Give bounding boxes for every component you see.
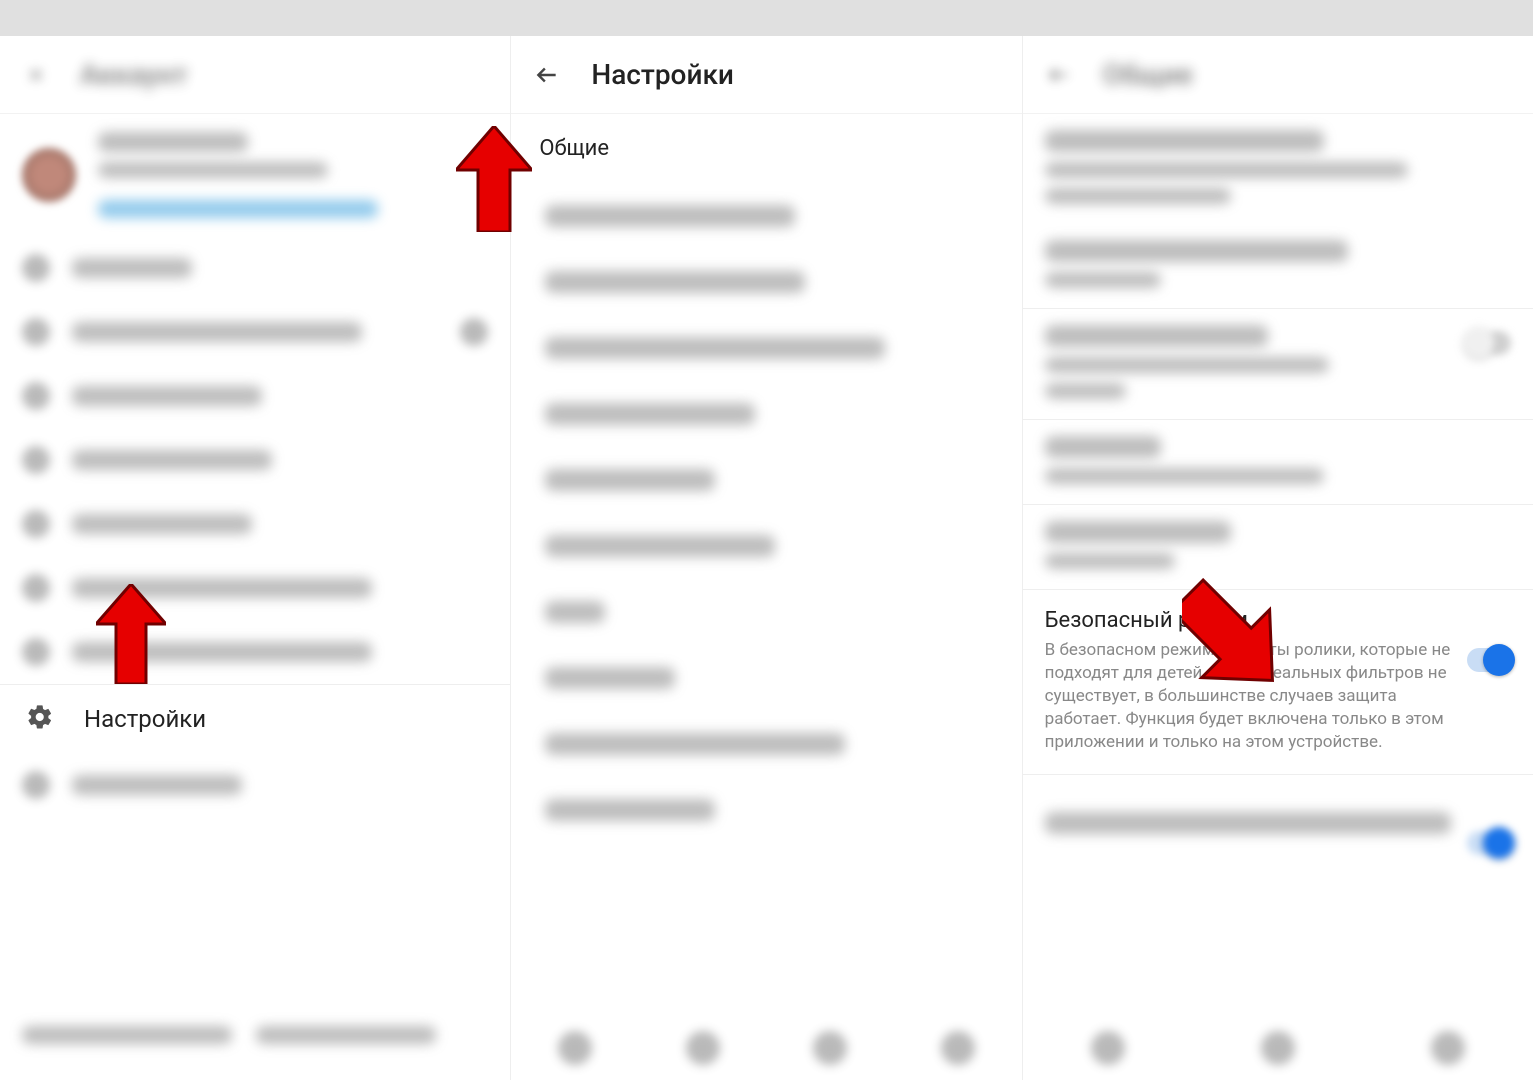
setting-zoom-to-fill[interactable] (1023, 309, 1533, 419)
menu-item-switch-account[interactable] (0, 492, 510, 556)
general-panel: Общие (1023, 36, 1533, 1080)
settings-header: Настройки (511, 36, 1021, 114)
menu-item-studio[interactable] (0, 300, 510, 364)
setting-double-tap-seek[interactable] (1023, 224, 1533, 308)
account-title: Аккаунт (80, 58, 188, 91)
close-icon[interactable] (16, 55, 56, 95)
account-info-row (0, 114, 510, 236)
settings-item-accessibility[interactable] (511, 711, 1021, 777)
bottom-nav[interactable] (511, 1016, 1021, 1080)
menu-item-help[interactable] (0, 753, 510, 817)
setting-mute-playback[interactable] (1023, 114, 1533, 224)
toggle-stats[interactable] (1467, 831, 1511, 855)
setting-stats-for-nerds[interactable] (1023, 775, 1533, 875)
settings-label: Настройки (84, 705, 206, 733)
settings-item-chat[interactable] (511, 579, 1021, 645)
menu-item-watch-time[interactable] (0, 364, 510, 428)
setting-location[interactable] (1023, 505, 1533, 589)
settings-item-subtitles[interactable] (511, 645, 1021, 711)
settings-item-linked-accounts[interactable] (511, 513, 1021, 579)
settings-item-autoplay[interactable] (511, 183, 1021, 249)
back-icon[interactable] (527, 55, 567, 95)
settings-item-notifications[interactable] (511, 447, 1021, 513)
settings-item-about[interactable] (511, 777, 1021, 843)
annotation-arrow-2 (456, 126, 532, 232)
account-footer-links (0, 1026, 510, 1044)
status-bar (0, 0, 1533, 36)
annotation-arrow-1 (96, 584, 166, 684)
menu-item-paid-subs[interactable] (0, 428, 510, 492)
menu-item-personal-data[interactable] (0, 620, 510, 684)
settings-panel: Настройки Общие (511, 36, 1022, 1080)
toggle-zoom-to-fill[interactable] (1467, 331, 1511, 355)
annotation-arrow-3 (1182, 578, 1278, 698)
bottom-nav[interactable] (1023, 1016, 1533, 1080)
settings-menu-item[interactable]: Настройки (0, 685, 510, 753)
settings-item-watch-tv[interactable] (511, 249, 1021, 315)
menu-item-my-channel[interactable] (0, 236, 510, 300)
back-icon[interactable] (1039, 55, 1079, 95)
gear-icon (26, 703, 54, 735)
settings-item-history-privacy[interactable] (511, 315, 1021, 381)
account-header: Аккаунт (0, 36, 510, 114)
account-panel: Аккаунт (0, 36, 511, 1080)
setting-uploads[interactable] (1023, 420, 1533, 504)
toggle-safe-mode[interactable] (1467, 648, 1511, 672)
settings-item-paid-subscriptions[interactable] (511, 381, 1021, 447)
general-title: Общие (1103, 58, 1193, 91)
settings-item-general[interactable]: Общие (511, 114, 1021, 183)
avatar (22, 148, 76, 202)
menu-item-incognito[interactable] (0, 556, 510, 620)
settings-title: Настройки (591, 58, 734, 91)
general-header: Общие (1023, 36, 1533, 114)
